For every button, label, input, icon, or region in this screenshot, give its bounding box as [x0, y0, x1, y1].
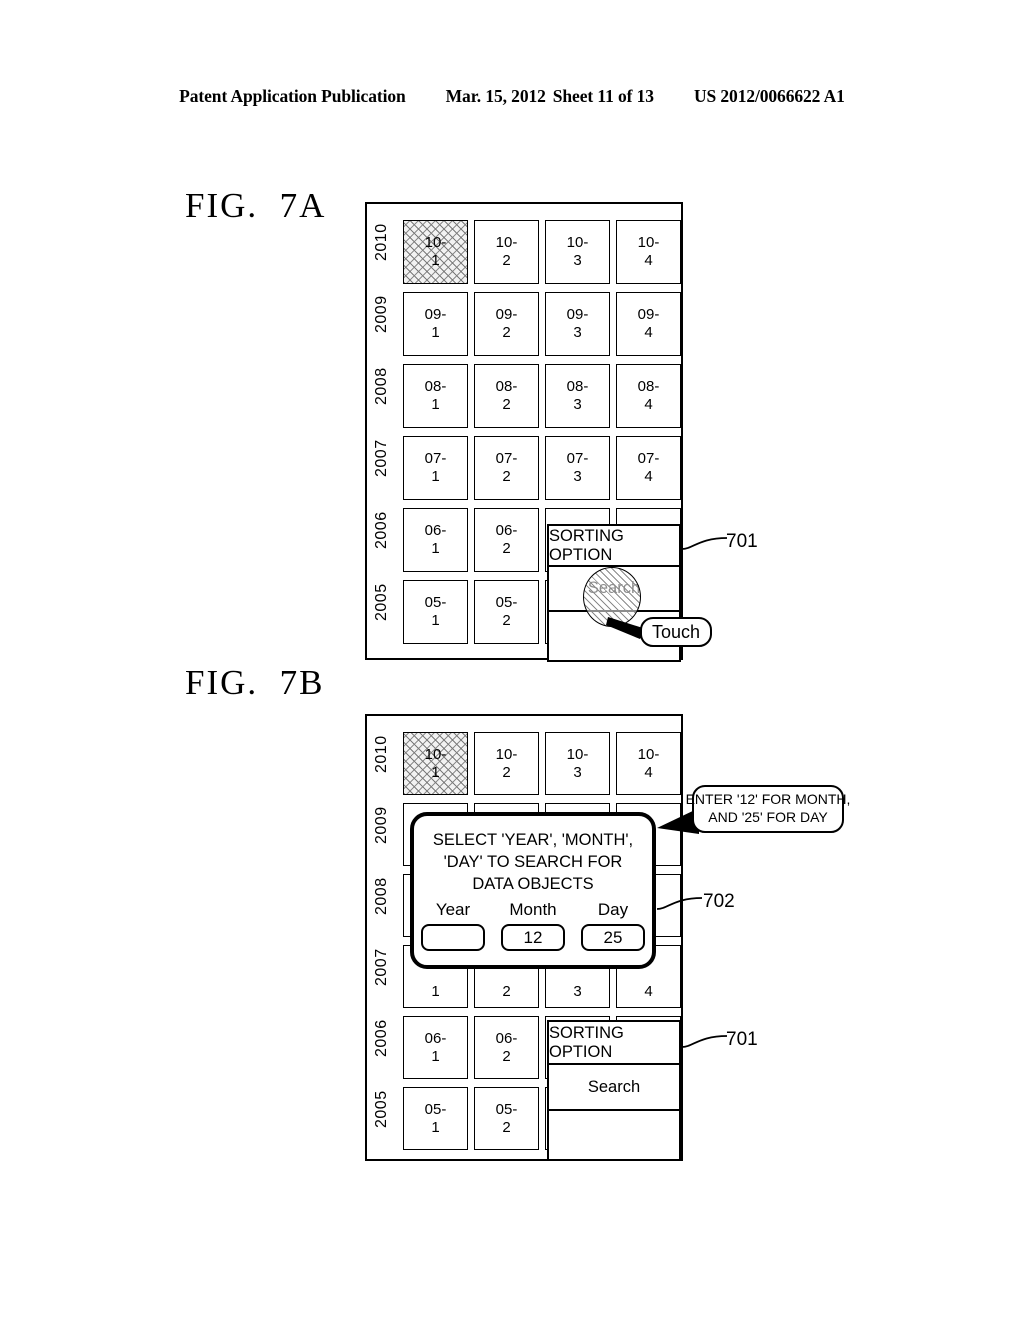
- day-field-group: Day 25: [581, 900, 645, 951]
- figure-title-7a: FIG. 7A: [185, 186, 327, 225]
- grid-cell[interactable]: 07- 1: [403, 436, 468, 500]
- dialog-message-line-3: DATA OBJECTS: [472, 874, 594, 893]
- year-field-label: Year: [435, 900, 471, 919]
- grid-cell[interactable]: 10- 1: [403, 220, 468, 284]
- grid-cell[interactable]: 07- 2: [474, 436, 539, 500]
- enter-callout-line-1: ENTER '12' FOR MONTH,: [685, 791, 851, 808]
- year-label-2007: 2007: [373, 439, 390, 477]
- ref-number-701-7b: 701: [726, 1029, 758, 1050]
- sheet-header: Patent Application Publication Mar. 15, …: [0, 86, 1024, 107]
- grid-cell[interactable]: 05- 1: [403, 580, 468, 644]
- year-label-2007: 2007: [373, 948, 390, 986]
- year-field-group: Year: [421, 900, 485, 951]
- day-input[interactable]: 25: [581, 924, 645, 951]
- header-date: Mar. 15, 2012: [445, 86, 546, 106]
- sorting-option-empty-row[interactable]: [549, 1111, 679, 1159]
- grid-cell[interactable]: 06- 1: [403, 508, 468, 572]
- grid-cell[interactable]: 09- 3: [545, 292, 610, 356]
- grid-cell[interactable]: 09- 2: [474, 292, 539, 356]
- year-rail-7b: 2010 2009 2008 2007 2006 2005: [367, 716, 397, 1159]
- touch-callout-bubble: Touch: [640, 617, 712, 647]
- grid-cell[interactable]: 10- 2: [474, 732, 539, 795]
- month-field-label: Month: [509, 900, 557, 919]
- ref-number-701-7a: 701: [726, 531, 758, 552]
- ref-number-702: 702: [703, 891, 735, 912]
- year-label-2010: 2010: [373, 735, 390, 773]
- grid-cell[interactable]: 05- 2: [474, 1087, 539, 1150]
- grid-cell[interactable]: 08- 3: [545, 364, 610, 428]
- grid-cell[interactable]: 10- 3: [545, 732, 610, 795]
- year-label-2010: 2010: [373, 223, 390, 261]
- search-dialog-message: SELECT 'YEAR', 'MONTH', 'DAY' TO SEARCH …: [414, 830, 652, 896]
- touch-callout-text: Touch: [651, 621, 701, 642]
- dialog-message-line-2: 'DAY' TO SEARCH FOR: [443, 852, 623, 871]
- sorting-option-search[interactable]: Search: [549, 1065, 679, 1111]
- grid-cell[interactable]: 09- 1: [403, 292, 468, 356]
- year-input[interactable]: [421, 924, 485, 951]
- grid-cell[interactable]: 07- 3: [545, 436, 610, 500]
- year-label-2009: 2009: [373, 295, 390, 333]
- ref-leader-701-7b: [681, 1035, 728, 1048]
- year-label-2008: 2008: [373, 367, 390, 405]
- header-sheet: Sheet 11 of 13: [552, 86, 654, 106]
- header-publication: Patent Application Publication: [179, 86, 406, 106]
- grid-cell[interactable]: 05- 1: [403, 1087, 468, 1150]
- enter-callout-line-2: AND '25' FOR DAY: [708, 809, 828, 825]
- figure-title-7b: FIG. 7B: [185, 663, 325, 702]
- year-label-2009: 2009: [373, 806, 390, 844]
- year-rail-7a: 2010 2009 2008 2007 2006 2005: [367, 204, 397, 658]
- header-pubnumber: US 2012/0066622 A1: [693, 86, 845, 106]
- sorting-option-header: SORTING OPTION: [549, 1022, 679, 1065]
- dialog-message-line-1: SELECT 'YEAR', 'MONTH',: [432, 831, 634, 849]
- grid-cell[interactable]: 06- 2: [474, 1016, 539, 1079]
- grid-cell[interactable]: 10- 4: [616, 220, 681, 284]
- ref-leader-702: [656, 897, 703, 910]
- year-label-2008: 2008: [373, 877, 390, 915]
- grid-cell[interactable]: 06- 1: [403, 1016, 468, 1079]
- enter-callout-bubble: ENTER '12' FOR MONTH, AND '25' FOR DAY: [686, 785, 850, 833]
- year-label-2006: 2006: [373, 511, 390, 549]
- sorting-option-header: SORTING OPTION: [549, 526, 679, 567]
- sorting-option-panel-7b: SORTING OPTION Search: [547, 1020, 681, 1161]
- year-label-2005: 2005: [373, 583, 390, 621]
- search-dialog: SELECT 'YEAR', 'MONTH', 'DAY' TO SEARCH …: [410, 812, 656, 969]
- ref-leader-701-7a: [681, 537, 728, 550]
- month-input[interactable]: 12: [501, 924, 565, 951]
- grid-cell[interactable]: 10- 3: [545, 220, 610, 284]
- patent-drawing-sheet: Patent Application Publication Mar. 15, …: [0, 0, 1024, 1320]
- search-dialog-fields: Year Month 12 Day 25: [414, 900, 652, 951]
- grid-cell[interactable]: 10- 1: [403, 732, 468, 795]
- grid-cell[interactable]: 08- 2: [474, 364, 539, 428]
- grid-cell[interactable]: 08- 1: [403, 364, 468, 428]
- grid-cell[interactable]: 06- 2: [474, 508, 539, 572]
- day-field-label: Day: [597, 900, 629, 919]
- grid-cell[interactable]: 08- 4: [616, 364, 681, 428]
- grid-cell[interactable]: 10- 2: [474, 220, 539, 284]
- grid-cell[interactable]: 05- 2: [474, 580, 539, 644]
- grid-cell[interactable]: 10- 4: [616, 732, 681, 795]
- month-field-group: Month 12: [501, 900, 565, 951]
- year-label-2005: 2005: [373, 1090, 390, 1128]
- year-label-2006: 2006: [373, 1019, 390, 1057]
- grid-cell[interactable]: 09- 4: [616, 292, 681, 356]
- grid-cell[interactable]: 07- 4: [616, 436, 681, 500]
